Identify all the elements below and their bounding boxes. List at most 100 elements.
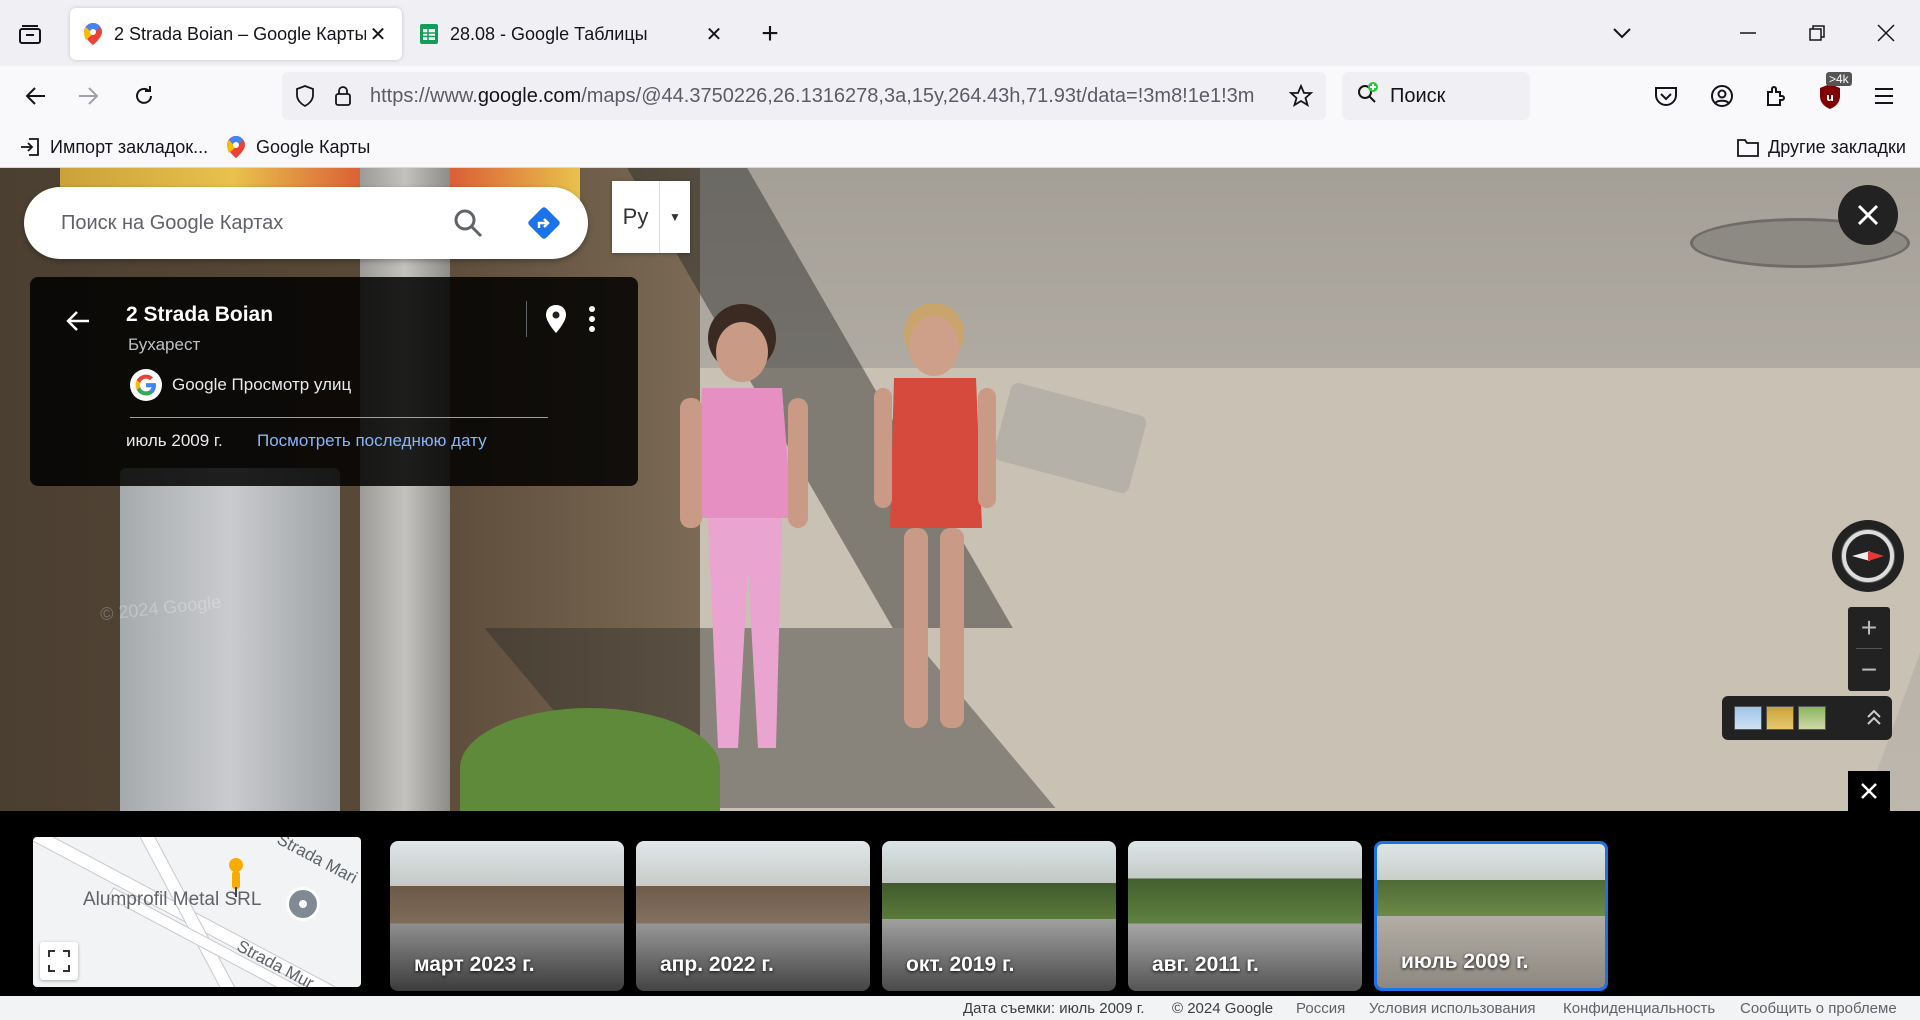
timeline-thumbnail[interactable]: окт. 2019 г. [882,841,1116,991]
account-button[interactable] [1704,78,1740,114]
close-window-button[interactable] [1864,12,1908,54]
minimize-icon [1740,32,1756,34]
layers-control[interactable] [1722,696,1892,740]
search-bar[interactable]: Поиск [1342,72,1530,120]
search-button[interactable] [444,199,492,247]
bookmark-star-icon[interactable] [1286,81,1316,111]
fullscreen-icon [48,950,70,972]
url-prefix: https://www. [370,84,478,107]
footer-privacy-link[interactable]: Конфиденциальность [1563,1000,1715,1017]
capture-date: июль 2009 г. [126,431,223,450]
search-input[interactable]: Поиск на Google Картах [61,212,444,235]
tab-list-icon [19,25,41,44]
layer-thumbnail-field[interactable] [1766,706,1794,730]
utility-box [120,468,340,811]
thumbnail-date: авг. 2011 г. [1152,953,1259,976]
timeline-thumbnail[interactable]: авг. 2011 г. [1128,841,1362,991]
poi-pin-icon[interactable] [286,887,320,921]
forward-button[interactable] [68,76,108,116]
tab-list-button[interactable] [10,16,50,52]
minus-icon: − [1860,654,1878,685]
ublock-icon: u [1820,84,1840,109]
close-street-view-button[interactable] [1838,185,1898,245]
minimize-button[interactable] [1726,12,1770,54]
close-tab-icon[interactable]: ✕ [702,22,726,46]
shield-icon[interactable] [290,81,320,111]
tab-bar: 2 Strada Boian – Google Карты ✕ 28.08 - … [0,0,1920,66]
compass-button[interactable] [1832,520,1904,592]
maps-search-box[interactable]: Поиск на Google Картах [24,187,588,259]
tab-title: 28.08 - Google Таблицы [450,23,648,44]
bookmark-import[interactable]: Импорт закладок... [18,134,208,160]
bookmark-google-maps[interactable]: Google Карты [224,134,370,160]
zoom-out-button[interactable]: − [1848,649,1890,691]
thumbnail-date: июль 2009 г. [1401,950,1529,973]
timeline-thumbnail-selected[interactable]: июль 2009 г. [1374,841,1608,991]
close-timeline-button[interactable] [1848,771,1890,811]
timeline-thumbnail[interactable]: апр. 2022 г. [636,841,870,991]
zoom-divider [1856,648,1882,649]
divider [526,301,527,337]
maps-footer: Дата съемки: июль 2009 г. © 2024 Google … [0,996,1920,1020]
source-label: Google Просмотр улиц [172,375,352,394]
footer-copyright: © 2024 Google [1172,1000,1274,1017]
google-logo-icon [130,369,162,401]
google-maps-icon [224,135,248,159]
zoom-in-button[interactable]: + [1848,607,1890,649]
child-figure-pink [680,304,808,748]
ublock-extension-button[interactable]: u >4k [1812,72,1852,114]
restore-icon [1809,25,1825,41]
reload-button[interactable] [124,76,164,116]
layer-thumbnail-sky[interactable] [1734,706,1762,730]
place-title[interactable]: 2 Strada Boian [126,303,273,327]
timeline-thumbnail[interactable]: март 2023 г. [390,841,624,991]
address-bar[interactable]: https://www.google.com/maps/@44.3750226,… [282,72,1326,120]
footer-country-link[interactable]: Россия [1296,1000,1345,1017]
pegman-icon[interactable] [226,857,246,897]
search-icon [454,209,483,238]
reload-icon [136,86,152,104]
minimap[interactable]: Strada Mari Strada Mur Alumprofil Metal … [33,837,361,987]
directions-button[interactable] [520,199,568,247]
see-latest-date-link[interactable]: Посмотреть последнюю дату [257,431,487,451]
pocket-button[interactable] [1648,78,1684,114]
back-button[interactable] [16,76,56,116]
place-info-card: 2 Strada Boian Бухарест Google Просмотр … [30,277,638,486]
location-pin-icon[interactable] [538,301,574,337]
expand-up-icon[interactable] [1856,700,1892,736]
list-all-tabs-button[interactable] [1600,12,1644,54]
lock-icon[interactable] [328,81,358,111]
footer-capture-date: Дата съемки: июль 2009 г. [963,1000,1145,1017]
footer-terms-link[interactable]: Условия использования [1369,1000,1536,1017]
minimap-road-label: Strada Mari [273,837,361,888]
close-icon [1877,24,1895,42]
compass-icon [1841,529,1895,583]
url-text[interactable]: https://www.google.com/maps/@44.3750226,… [370,85,1280,108]
fullscreen-button[interactable] [40,942,78,980]
street-view-source: Google Просмотр улиц [130,369,351,401]
layer-thumbnail-terrain[interactable] [1798,706,1826,730]
google-sheets-icon [418,23,440,45]
new-tab-button[interactable]: + [752,16,788,52]
restore-button[interactable] [1795,12,1839,54]
other-bookmarks[interactable]: Другие закладки [1736,134,1906,160]
tab-google-maps[interactable]: 2 Strada Boian – Google Карты ✕ [70,8,402,60]
back-arrow-icon[interactable] [60,303,96,339]
tab-google-sheets[interactable]: 28.08 - Google Таблицы ✕ [406,8,738,60]
search-icon [1356,81,1380,111]
plus-icon: + [1860,612,1878,643]
thumbnail-date: апр. 2022 г. [660,953,774,976]
google-maps-icon [82,23,104,45]
close-tab-icon[interactable]: ✕ [366,22,390,46]
close-icon [1857,204,1879,226]
thumbnail-date: окт. 2019 г. [906,953,1015,976]
footer-report-link[interactable]: Сообщить о проблеме [1740,1000,1897,1017]
navigation-bar: https://www.google.com/maps/@44.3750226,… [0,66,1920,126]
menu-button[interactable] [1866,78,1902,114]
more-options-icon[interactable] [574,301,610,337]
svg-text:u: u [1826,91,1834,104]
street-view-panorama[interactable]: © 2024 Google [0,168,1920,811]
search-bar-label: Поиск [1390,84,1446,107]
extensions-button[interactable] [1758,78,1794,114]
language-selector[interactable]: Ру ▼ [612,181,690,253]
